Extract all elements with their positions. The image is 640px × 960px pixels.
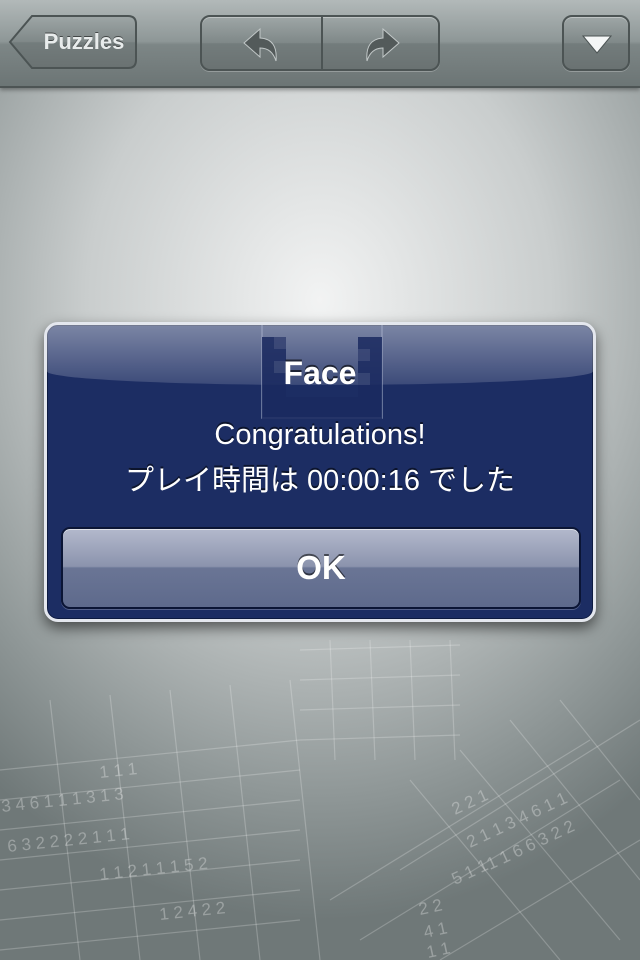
ok-button[interactable]: OK [61,527,581,609]
back-button-label: Puzzles [43,29,125,54]
right-grid-clue-row: 5 1 1 [449,855,491,888]
right-grid-clue-row: 1 1 [425,938,452,960]
alert-message-playtime: プレイ時間は 00:00:16 でした [125,465,515,497]
left-grid-clue-row: 1 2 4 2 2 [158,898,226,924]
left-grid-clue-row: 6 3 2 2 2 2 1 1 1 [6,824,130,856]
left-grid-clue-row: 1 1 2 1 1 1 5 2 [98,854,208,884]
right-grid-clue-row: 2 2 [417,895,444,919]
navigation-bar: Puzzles [0,0,640,88]
redo-arrow-icon [366,27,400,62]
triangle-down-icon [582,35,612,54]
alert-message-congrats: Congratulations! [214,419,426,451]
redo-button[interactable] [323,17,441,69]
completion-alert-dialog: Face Congratulations! プレイ時間は 00:00:16 でし… [44,322,596,622]
alert-title: Face [283,355,357,391]
left-grid-clue-row: 1 1 1 [98,759,138,782]
puzzles-back-button[interactable]: Puzzles [8,14,138,70]
undo-redo-segmented-control [200,15,440,71]
menu-dropdown-button[interactable] [562,15,630,71]
ok-button-label: OK [296,549,346,586]
undo-button[interactable] [202,17,320,69]
undo-arrow-icon [243,27,277,62]
